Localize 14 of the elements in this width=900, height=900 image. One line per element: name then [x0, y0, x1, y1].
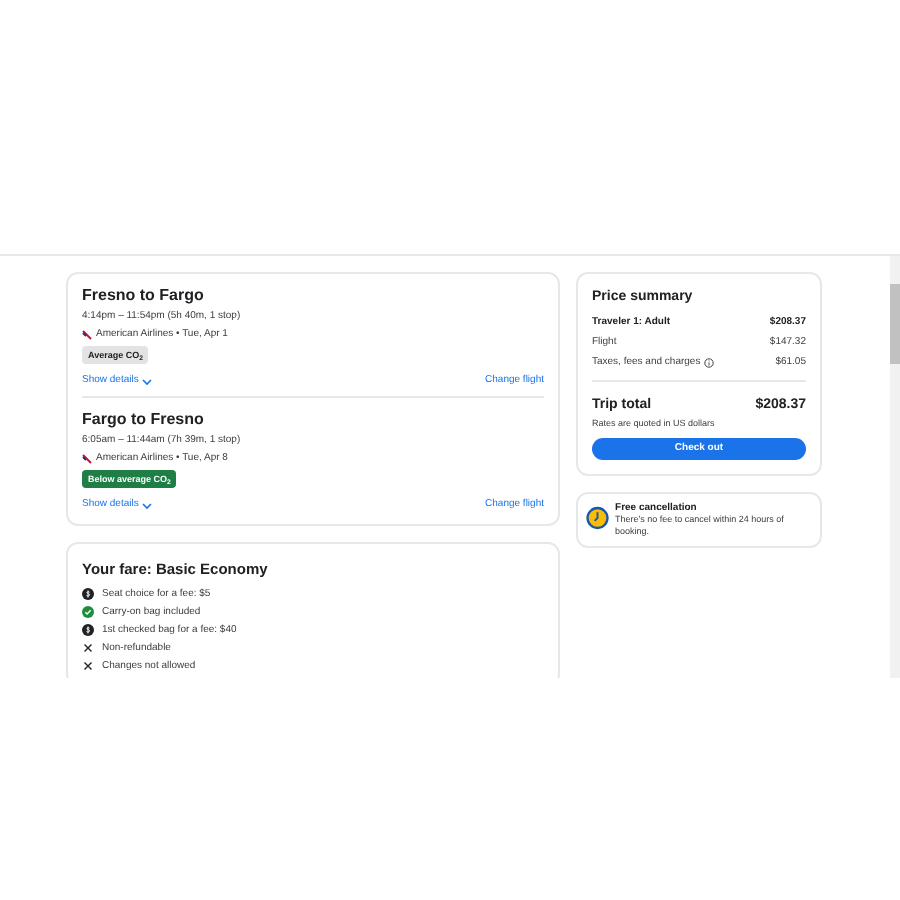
route-title: Fresno to Fargo	[82, 286, 206, 306]
chevron-down-icon	[142, 501, 153, 509]
route-title: Fargo to Fresno	[82, 410, 206, 430]
clock-icon	[586, 506, 610, 530]
dollar-circle-icon	[82, 588, 94, 600]
chevron-down-icon	[142, 377, 153, 385]
check-circle-icon	[82, 606, 94, 618]
close-icon	[82, 642, 94, 654]
airline-logo-icon	[82, 454, 92, 464]
dollar-circle-icon	[82, 624, 94, 636]
scrollbar-thumb[interactable]	[890, 284, 900, 364]
close-icon	[82, 660, 94, 672]
airline-logo-icon	[82, 330, 92, 340]
info-icon[interactable]	[704, 357, 715, 367]
